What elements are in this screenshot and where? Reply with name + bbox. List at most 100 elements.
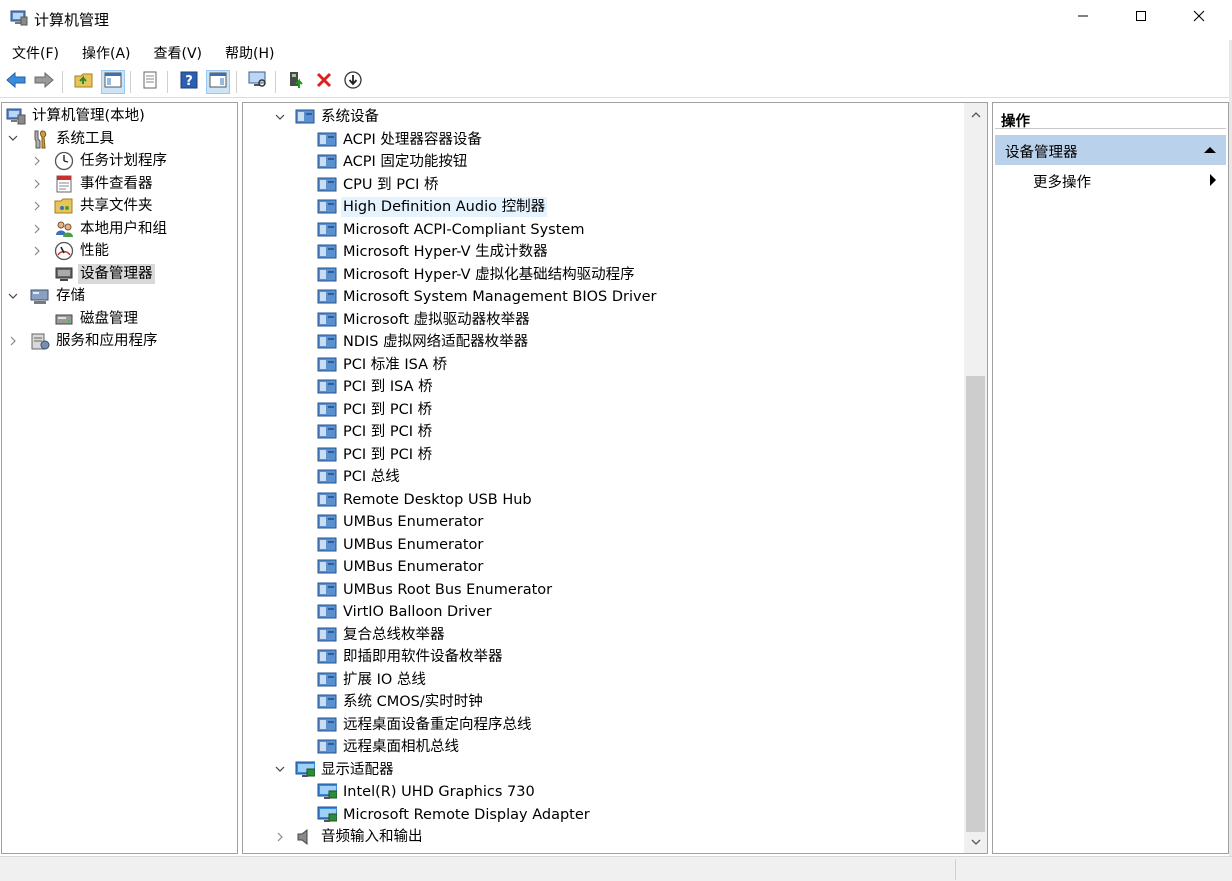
device-item[interactable]: Microsoft System Management BIOS Driver (317, 286, 658, 308)
disable-device-button[interactable] (341, 70, 365, 94)
device-item[interactable]: PCI 到 PCI 桥 (317, 421, 434, 443)
device-item[interactable]: Remote Desktop USB Hub (317, 489, 534, 511)
console-tree-item[interactable]: 存储 (8, 285, 87, 307)
update-driver-button[interactable] (284, 70, 308, 94)
device-item[interactable]: 复合总线枚举器 (317, 624, 447, 646)
chevron-down-icon[interactable] (275, 112, 285, 122)
device-item[interactable]: 扩展 IO 总线 (317, 669, 428, 691)
console-tree-item[interactable]: 服务和应用程序 (10, 330, 160, 352)
console-tree-item[interactable]: 任务计划程序 (34, 150, 169, 172)
maximize-icon (1135, 10, 1147, 26)
minimize-button[interactable] (1054, 0, 1112, 36)
console-tree-item[interactable]: 计算机管理(本地) (6, 105, 147, 127)
title-bar: 计算机管理 (0, 0, 1232, 38)
device-item[interactable]: ACPI 处理器容器设备 (317, 129, 484, 151)
display-adapters-icon (295, 760, 315, 780)
device-item-label: 远程桌面设备重定向程序总线 (343, 716, 532, 733)
device-item[interactable]: High Definition Audio 控制器 (317, 196, 548, 218)
device-item[interactable]: VirtIO Balloon Driver (317, 601, 494, 623)
device-item[interactable]: UMBus Root Bus Enumerator (317, 579, 554, 601)
console-tree-item[interactable]: 磁盘管理 (54, 308, 140, 330)
system-device-icon (317, 602, 337, 622)
device-category-label: 音频输入和输出 (321, 829, 423, 845)
chevron-right-icon[interactable] (32, 179, 42, 189)
device-tree-scrollbar[interactable] (964, 103, 987, 853)
console-tree-item-label: 计算机管理(本地) (32, 108, 145, 124)
minimize-icon (1077, 10, 1089, 26)
show-hide-action-pane-button[interactable] (206, 70, 230, 94)
chevron-down-icon[interactable] (275, 765, 285, 775)
properties-button[interactable] (138, 70, 162, 94)
actions-section-device-manager[interactable]: 设备管理器 (995, 135, 1226, 165)
device-item[interactable]: 系统 CMOS/实时时钟 (317, 691, 485, 713)
device-item-label: Microsoft Hyper-V 虚拟化基础结构驱动程序 (343, 266, 635, 283)
chevron-right-icon[interactable] (32, 224, 42, 234)
device-item[interactable]: UMBus Enumerator (317, 534, 485, 556)
more-actions-item[interactable]: 更多操作 (1033, 171, 1091, 192)
console-tree-item[interactable]: 共享文件夹 (34, 195, 155, 217)
device-item-label: UMBus Enumerator (343, 514, 484, 530)
uninstall-device-button[interactable] (312, 70, 336, 94)
maximize-button[interactable] (1112, 0, 1170, 36)
device-item[interactable]: Microsoft Remote Display Adapter (317, 804, 592, 826)
menu-help[interactable]: 帮助(H) (213, 40, 285, 64)
chevron-right-icon[interactable] (8, 336, 18, 346)
chevron-right-icon[interactable] (32, 201, 42, 211)
up-one-level-button[interactable] (72, 70, 96, 94)
status-bar (0, 856, 1232, 881)
chevron-down-icon[interactable] (8, 134, 18, 144)
console-tree-item-label: 磁盘管理 (80, 310, 138, 327)
chevron-right-icon[interactable] (32, 156, 42, 166)
system-device-icon (317, 445, 337, 465)
device-category[interactable]: 显示适配器 (275, 759, 396, 781)
forward-button[interactable] (32, 70, 56, 94)
system-device-icon (317, 377, 337, 397)
scroll-up-button[interactable] (964, 103, 987, 125)
system-device-icon (317, 490, 337, 510)
device-item[interactable]: 远程桌面设备重定向程序总线 (317, 714, 534, 736)
chevron-down-icon[interactable] (8, 291, 18, 301)
scroll-down-button[interactable] (964, 831, 987, 853)
close-button[interactable] (1170, 0, 1228, 36)
device-item[interactable]: Microsoft Hyper-V 生成计数器 (317, 241, 550, 263)
device-item[interactable]: PCI 标准 ISA 桥 (317, 354, 449, 376)
device-item[interactable]: Microsoft Hyper-V 虚拟化基础结构驱动程序 (317, 264, 637, 286)
menu-view[interactable]: 查看(V) (142, 40, 214, 64)
menu-action[interactable]: 操作(A) (70, 40, 142, 64)
device-item[interactable]: UMBus Enumerator (317, 556, 485, 578)
device-item[interactable]: PCI 到 PCI 桥 (317, 444, 434, 466)
chevron-right-icon[interactable] (275, 832, 285, 842)
device-item[interactable]: 远程桌面相机总线 (317, 736, 461, 758)
device-category[interactable]: 系统设备 (275, 106, 381, 128)
console-tree-item[interactable]: 事件查看器 (34, 173, 155, 195)
device-item[interactable]: Microsoft 虚拟驱动器枚举器 (317, 309, 532, 331)
device-item[interactable]: PCI 到 PCI 桥 (317, 399, 434, 421)
device-item[interactable]: UMBus Enumerator (317, 511, 485, 533)
show-hide-console-tree-button[interactable] (101, 70, 125, 94)
users-icon (54, 219, 74, 239)
console-tree-item[interactable]: 设备管理器 (54, 263, 155, 285)
device-item[interactable]: CPU 到 PCI 桥 (317, 174, 440, 196)
device-item[interactable]: Microsoft ACPI-Compliant System (317, 219, 586, 241)
menu-file[interactable]: 文件(F) (0, 40, 70, 64)
help-button[interactable]: ? (177, 70, 201, 94)
console-tree-item[interactable]: 性能 (34, 240, 111, 262)
scan-hardware-button[interactable] (245, 70, 269, 94)
update-driver-icon (287, 71, 305, 93)
device-item[interactable]: 即插即用软件设备枚举器 (317, 646, 505, 668)
device-item-label: VirtIO Balloon Driver (343, 604, 492, 620)
console-tree-item-label: 事件查看器 (80, 175, 153, 192)
system-device-icon (317, 737, 337, 757)
console-tree-item[interactable]: 系统工具 (8, 128, 116, 150)
scrollbar-thumb[interactable] (966, 376, 985, 832)
chevron-right-icon[interactable] (32, 246, 42, 256)
device-item[interactable]: NDIS 虚拟网络适配器枚举器 (317, 331, 530, 353)
device-category[interactable]: 音频输入和输出 (277, 826, 425, 848)
device-item[interactable]: PCI 到 ISA 桥 (317, 376, 435, 398)
device-item[interactable]: PCI 总线 (317, 466, 402, 488)
submenu-arrow-icon (1210, 174, 1216, 186)
back-button[interactable] (4, 70, 28, 94)
console-tree-item[interactable]: 本地用户和组 (34, 218, 169, 240)
device-item[interactable]: Intel(R) UHD Graphics 730 (317, 781, 537, 803)
device-item[interactable]: ACPI 固定功能按钮 (317, 151, 469, 173)
